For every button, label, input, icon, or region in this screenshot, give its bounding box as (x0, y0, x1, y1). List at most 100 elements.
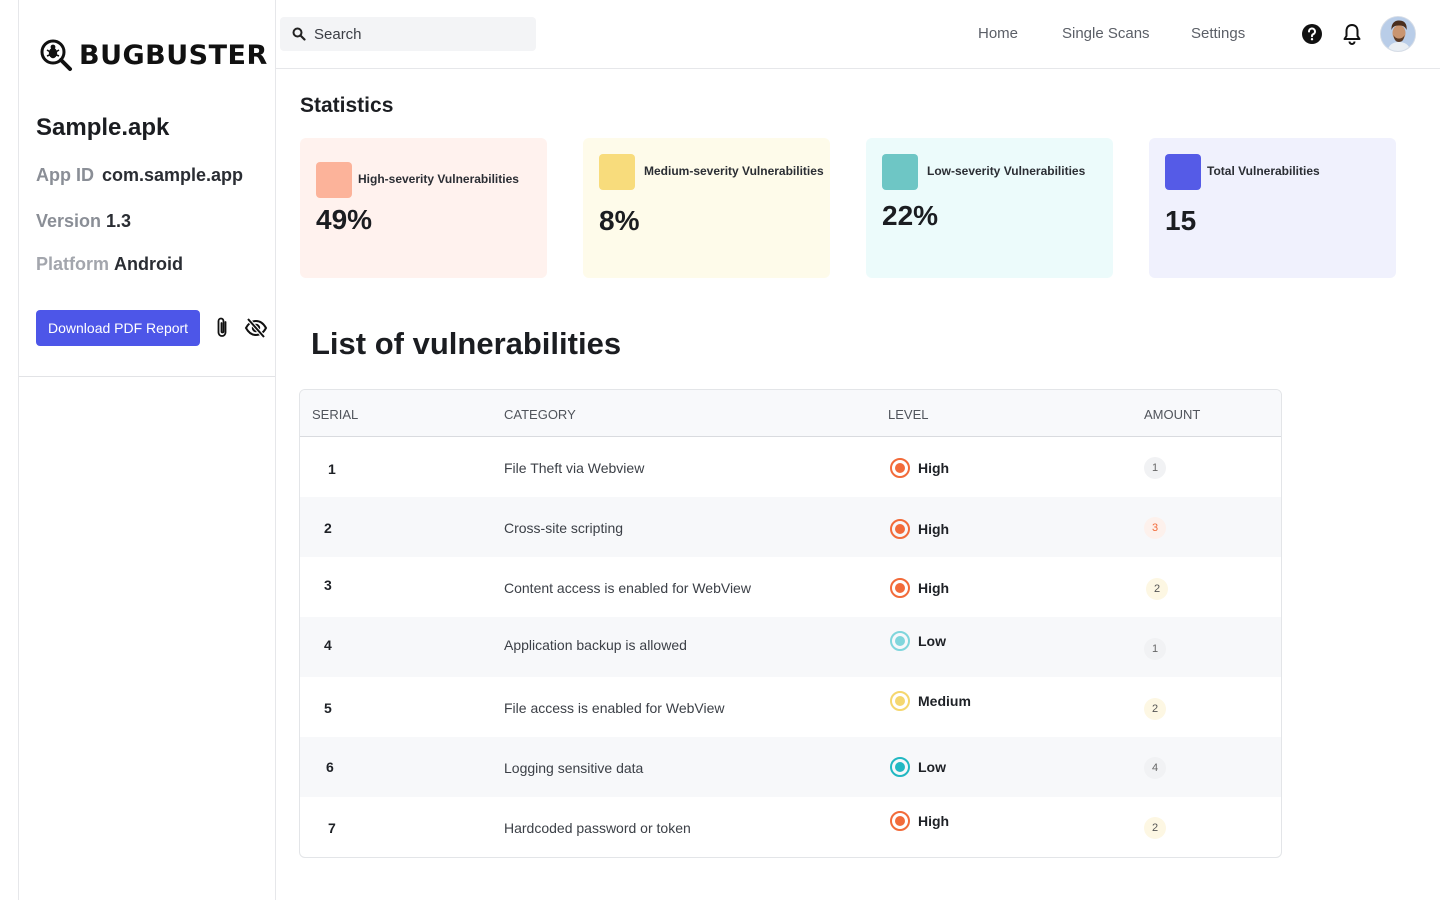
platform-label: Platform (36, 254, 110, 274)
column-amount[interactable]: AMOUNT (1144, 407, 1200, 422)
table-row[interactable]: 7 Hardcoded password or token High 2 (300, 797, 1281, 857)
row-level-label: Medium (918, 693, 971, 709)
search-input[interactable] (314, 25, 514, 43)
table-row[interactable]: 3 Content access is enabled for WebView Hi… (300, 557, 1281, 617)
row-level: Medium (890, 691, 971, 711)
help-icon[interactable] (1300, 22, 1324, 46)
search-box[interactable] (280, 17, 536, 51)
version-row: Version 1.3 (36, 211, 131, 232)
app-id-row: App ID com.sample.app (36, 165, 243, 186)
row-level: Low (890, 631, 946, 651)
row-category: Hardcoded password or token (504, 820, 691, 836)
paperclip-icon[interactable] (210, 316, 234, 340)
row-category: Logging sensitive data (504, 760, 644, 776)
row-serial: 5 (324, 700, 332, 716)
platform-row: Platform Android (36, 254, 183, 275)
app-id-label: App ID (36, 165, 94, 185)
column-serial[interactable]: SERIAL (312, 407, 358, 422)
bell-icon[interactable] (1340, 22, 1364, 46)
brand-name: BUGBUSTER (79, 39, 268, 71)
table-header: SERIAL CATEGORY LEVEL AMOUNT (300, 390, 1281, 437)
eye-off-icon[interactable] (244, 316, 268, 340)
row-level-label: Low (918, 759, 946, 775)
row-level-label: High (918, 813, 950, 829)
row-serial: 2 (324, 520, 332, 536)
avatar-image (1381, 17, 1415, 51)
row-level: High (890, 519, 949, 539)
low-severity-value: 22% (882, 200, 939, 231)
row-category: Cross-site scripting (504, 520, 624, 536)
severity-dot-icon (890, 519, 910, 539)
row-level: High (890, 811, 949, 831)
version-value: 1.3 (106, 211, 132, 231)
row-amount-badge: 4 (1144, 757, 1166, 779)
row-serial: 1 (328, 461, 336, 477)
medium-severity-label: Medium-severity Vulnerabilities (644, 164, 824, 178)
stat-card-high: High-severity Vulnerabilities 49% (300, 138, 547, 278)
nav-single-scans[interactable]: Single Scans (1062, 25, 1150, 42)
row-amount-badge: 1 (1144, 638, 1166, 660)
search-icon (292, 27, 306, 41)
low-severity-label: Low-severity Vulnerabilities (927, 164, 1086, 178)
avatar[interactable] (1380, 16, 1416, 52)
row-category: Application backup is allowed (504, 637, 687, 653)
table-row[interactable]: 4 Application backup is allowed Low 1 (300, 617, 1281, 677)
row-level: High (890, 458, 949, 478)
row-amount-badge: 2 (1146, 578, 1168, 600)
stat-card-total: Total Vulnerabilities 15 (1149, 138, 1396, 278)
download-pdf-button[interactable]: Download PDF Report (36, 310, 201, 346)
nav-home[interactable]: Home (978, 25, 1018, 42)
table-row[interactable]: 1 File Theft via Webview High 1 (300, 437, 1281, 497)
sidebar: BUGBUSTER Sample.apk App ID com.sample.ap… (18, 0, 276, 900)
stat-card-low: Low-severity Vulnerabilities 22% (866, 138, 1113, 278)
table-row[interactable]: 6 Logging sensitive data Low 4 (300, 737, 1281, 797)
severity-dot-icon (890, 811, 910, 831)
report-actions: Download PDF Report (36, 310, 268, 346)
table-row[interactable]: 5 File access is enabled for WebView Mediu… (300, 677, 1281, 737)
row-serial: 3 (324, 577, 332, 593)
row-level-label: High (918, 521, 950, 537)
row-category: File Theft via Webview (504, 460, 645, 476)
brand-logo[interactable]: BUGBUSTER (39, 38, 268, 72)
bug-search-icon (40, 39, 72, 71)
table-row[interactable]: 2 Cross-site scripting High 3 (300, 497, 1281, 557)
high-severity-swatch (316, 162, 352, 198)
severity-dot-icon (890, 578, 910, 598)
row-category: File access is enabled for WebView (504, 700, 725, 716)
statistics-title: Statistics (300, 94, 394, 117)
row-amount-badge: 2 (1144, 817, 1166, 839)
low-severity-swatch (882, 154, 918, 190)
row-level: Low (890, 757, 946, 777)
nav-settings[interactable]: Settings (1191, 25, 1245, 42)
row-level: High (890, 578, 949, 598)
severity-dot-icon (890, 458, 910, 478)
severity-dot-icon (890, 691, 910, 711)
total-swatch (1165, 154, 1201, 190)
column-level[interactable]: LEVEL (888, 407, 928, 422)
medium-severity-value: 8% (599, 205, 640, 236)
total-label: Total Vulnerabilities (1207, 164, 1320, 178)
row-amount-badge: 2 (1144, 698, 1166, 720)
app-name: Sample.apk (36, 114, 170, 141)
high-severity-label: High-severity Vulnerabilities (358, 172, 519, 186)
row-level-label: High (918, 580, 950, 596)
top-bar: Home Single Scans Settings (276, 0, 1440, 69)
severity-dot-icon (890, 757, 910, 777)
row-category: Content access is enabled for WebView (504, 580, 751, 596)
row-serial: 7 (328, 820, 336, 836)
column-category[interactable]: CATEGORY (504, 407, 576, 422)
sidebar-divider (19, 376, 275, 377)
row-amount-badge: 3 (1144, 517, 1166, 539)
row-level-label: High (918, 460, 950, 476)
version-label: Version (36, 211, 102, 231)
stat-card-medium: Medium-severity Vulnerabilities 8% (583, 138, 830, 278)
high-severity-value: 49% (316, 204, 373, 235)
app-id-value: com.sample.app (102, 165, 244, 185)
total-value: 15 (1165, 205, 1197, 236)
severity-dot-icon (890, 631, 910, 651)
row-serial: 4 (324, 637, 332, 653)
row-level-label: Low (918, 633, 946, 649)
medium-severity-swatch (599, 154, 635, 190)
vulnerability-list-title: List of vulnerabilities (311, 326, 622, 361)
row-serial: 6 (326, 759, 334, 775)
